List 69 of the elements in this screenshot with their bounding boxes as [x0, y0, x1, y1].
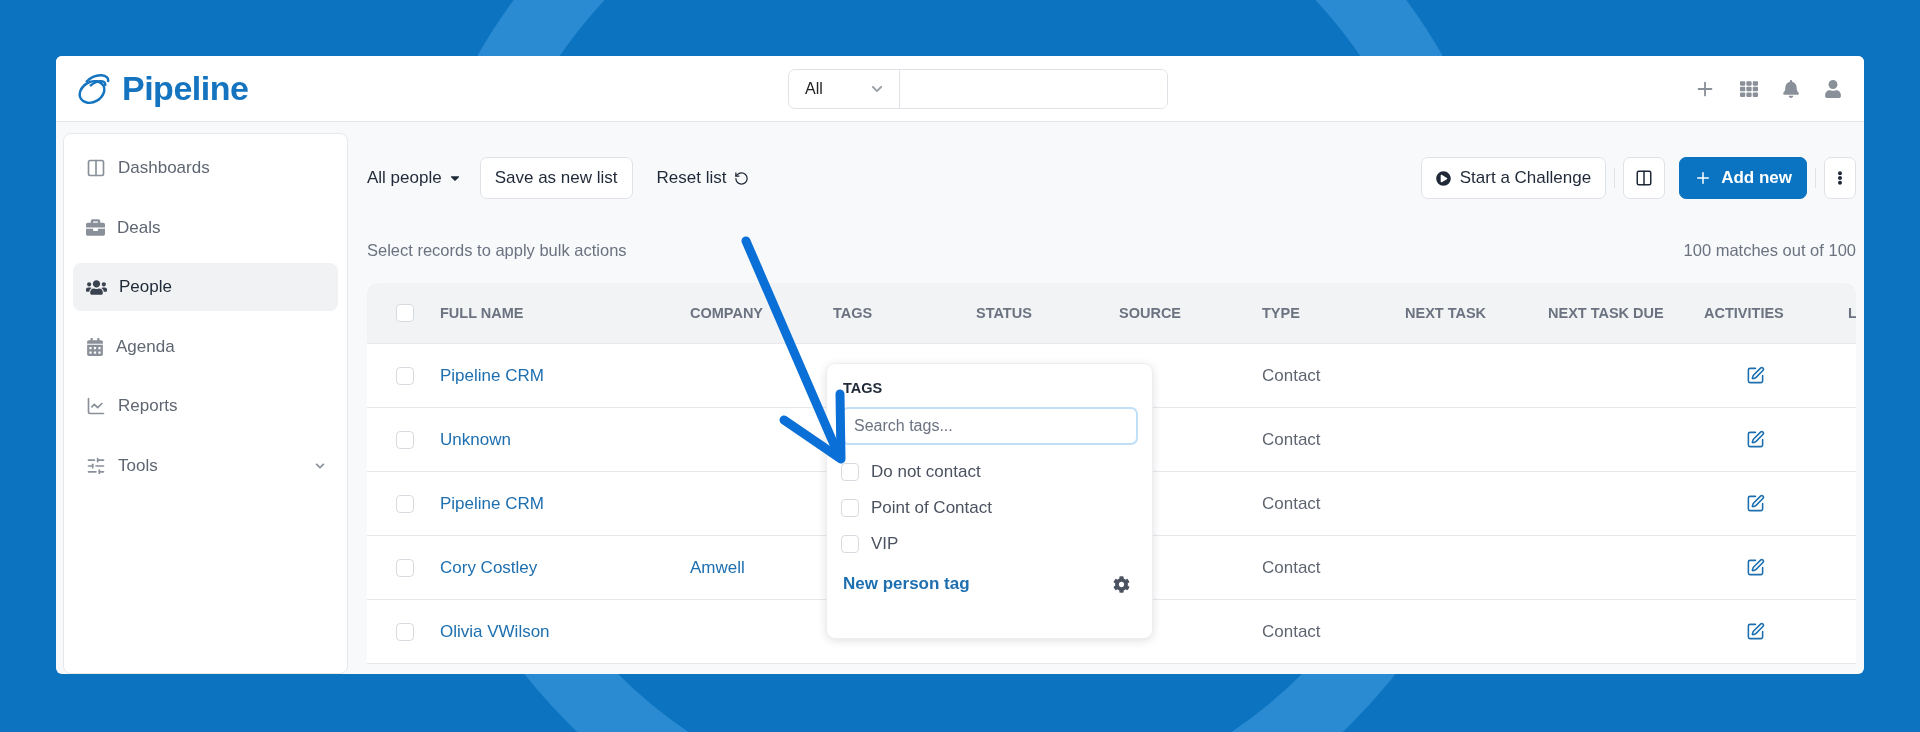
select-all-checkbox[interactable]: [395, 304, 414, 322]
edit-icon[interactable]: [1746, 622, 1765, 641]
briefcase-icon: [86, 218, 105, 237]
bulk-actions-hint: Select records to apply bulk actions: [367, 240, 627, 260]
type-cell-text: Contact: [1262, 429, 1322, 450]
type-cell-text: Contact: [1262, 365, 1322, 386]
sidebar-item[interactable]: Agenda: [73, 322, 338, 371]
brand-name: Pipeline: [122, 69, 249, 108]
reset-list-button[interactable]: Reset list: [646, 168, 760, 188]
match-count: 100 matches out of 100: [1683, 240, 1856, 260]
type-cell-text: Contact: [1262, 557, 1322, 578]
chevron-down-icon: [315, 460, 325, 471]
list-picker[interactable]: All people: [367, 168, 462, 188]
type-cell-text: Contact: [1262, 621, 1322, 642]
apps-grid-icon[interactable]: [1740, 79, 1758, 98]
columns-icon: [1635, 169, 1654, 187]
edit-icon[interactable]: [1746, 430, 1765, 449]
person-name-link[interactable]: Pipeline CRM: [440, 365, 690, 386]
bell-icon[interactable]: [1782, 79, 1800, 98]
reset-icon: [734, 170, 750, 186]
column-header[interactable]: NEXT TASK: [1405, 305, 1548, 321]
person-name-link[interactable]: Unknown: [440, 429, 690, 450]
user-icon[interactable]: [1824, 79, 1842, 98]
tag-checkbox[interactable]: [841, 463, 859, 481]
row-checkbox[interactable]: [395, 558, 414, 577]
edit-icon[interactable]: [1746, 558, 1765, 577]
more-button[interactable]: [1824, 157, 1856, 199]
tag-checkbox[interactable]: [841, 535, 859, 553]
column-header[interactable]: ACTIVITIES: [1704, 305, 1848, 321]
challenge-button[interactable]: Start a Challenge: [1420, 157, 1607, 199]
sidebar-item[interactable]: Dashboards: [73, 144, 338, 192]
tag-option[interactable]: Point of Contact: [841, 490, 1138, 526]
column-header[interactable]: STATUS: [976, 305, 1119, 321]
person-name-link[interactable]: Olivia VWilson: [440, 621, 690, 642]
edit-icon[interactable]: [1746, 366, 1765, 385]
line-chart-icon: [86, 396, 106, 416]
row-checkbox[interactable]: [395, 494, 414, 513]
new-tag-link[interactable]: New person tag: [843, 574, 970, 594]
sidebar-item[interactable]: Deals: [73, 203, 338, 252]
sidebar-item[interactable]: People: [73, 263, 338, 311]
person-name-link[interactable]: Cory Costley: [440, 557, 690, 578]
row-checkbox[interactable]: [395, 366, 414, 385]
save-list-button[interactable]: Save as new list: [479, 157, 633, 199]
column-header[interactable]: L: [1848, 305, 1856, 321]
row-checkbox[interactable]: [395, 430, 414, 449]
row-checkbox[interactable]: [395, 622, 414, 641]
logo-icon: [76, 71, 112, 106]
calendar-icon: [86, 337, 104, 356]
column-header[interactable]: COMPANY: [690, 305, 833, 321]
play-icon: [1435, 170, 1451, 186]
type-cell-text: Contact: [1262, 493, 1322, 514]
columns-button[interactable]: [1623, 157, 1666, 199]
settings-icon[interactable]: [1113, 575, 1130, 593]
column-header[interactable]: TAGS: [833, 305, 976, 321]
column-header[interactable]: NEXT TASK DUE: [1548, 305, 1704, 321]
sliders-icon: [86, 455, 106, 476]
popover-title: TAGS: [842, 380, 884, 396]
column-header[interactable]: FULL NAME: [440, 305, 690, 321]
dashboard-icon: [86, 158, 106, 178]
tag-option[interactable]: Do not contact: [841, 454, 1138, 490]
column-header[interactable]: SOURCE: [1119, 305, 1262, 321]
sidebar-item[interactable]: Tools: [73, 441, 338, 490]
tag-checkbox[interactable]: [841, 499, 859, 517]
edit-icon[interactable]: [1746, 494, 1765, 513]
sidebar-item[interactable]: Reports: [73, 382, 338, 430]
column-header[interactable]: TYPE: [1262, 305, 1405, 321]
person-name-link[interactable]: Pipeline CRM: [440, 493, 690, 514]
add-new-button[interactable]: Add new: [1679, 157, 1807, 199]
tag-option[interactable]: VIP: [841, 526, 1138, 562]
